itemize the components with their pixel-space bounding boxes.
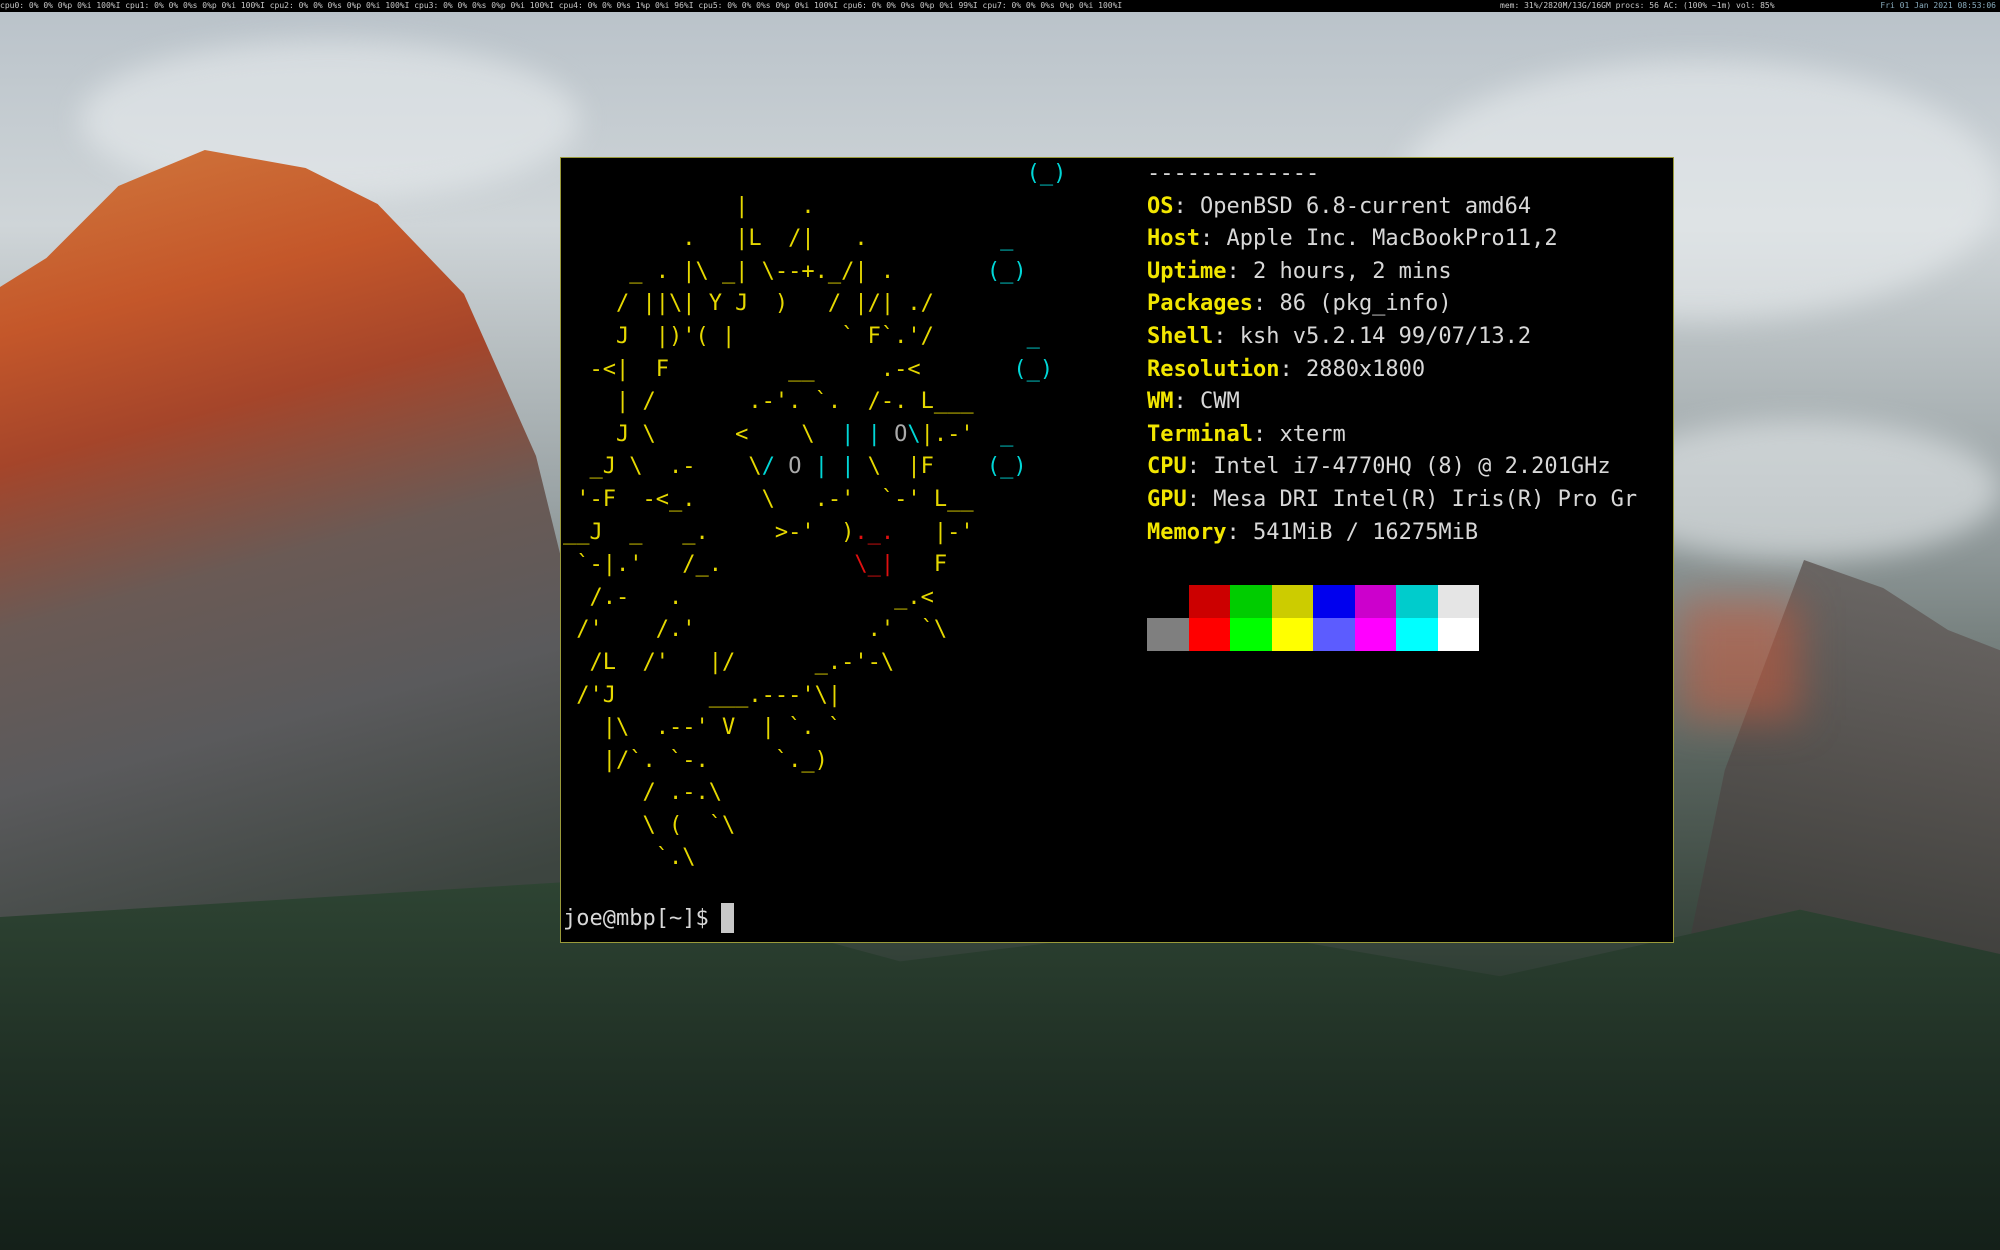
info-key: GPU [1147, 486, 1187, 512]
info-key: OS [1147, 193, 1174, 219]
color-swatch [1271, 618, 1313, 651]
color-swatch [1437, 585, 1479, 618]
cpu-stats: cpu0: 0% 0% 0%p 0%i 100%I cpu1: 0% 0% 0%… [0, 1, 1123, 10]
color-swatch [1313, 618, 1355, 651]
info-value: 86 (pkg_info) [1279, 291, 1452, 317]
color-swatch [1313, 585, 1355, 618]
info-key: Terminal [1147, 421, 1253, 447]
openbsd-puffer-ascii-art: (_) | . . |L /| . _ _ . |\ _| \--+._/| .… [563, 161, 1067, 871]
color-swatch [1354, 585, 1396, 618]
palette-row-bright [1147, 618, 1479, 651]
color-swatch [1188, 585, 1230, 618]
color-swatch [1230, 585, 1272, 618]
info-value: Intel i7-4770HQ (8) @ 2.201GHz [1213, 454, 1611, 480]
color-swatch [1396, 585, 1438, 618]
color-swatch [1188, 618, 1230, 651]
info-value: 2880x1800 [1305, 356, 1426, 382]
wallpaper-glow [1680, 600, 1800, 720]
info-key: Host [1147, 226, 1200, 252]
text-cursor [720, 903, 734, 933]
color-swatch [1147, 585, 1189, 618]
clock[interactable]: Fri 01 Jan 2021 08:53:06 [1880, 0, 1996, 12]
color-swatch [1437, 618, 1479, 651]
info-key: Memory [1147, 519, 1227, 545]
info-value: CWM [1200, 389, 1240, 415]
info-value: 541MiB / 16275MiB [1252, 519, 1479, 545]
info-key: Shell [1147, 323, 1214, 349]
info-value: ksh v5.2.14 99/07/13.2 [1239, 323, 1532, 349]
info-key: WM [1147, 389, 1174, 415]
info-value: Mesa DRI Intel(R) Iris(R) Pro Gr [1213, 486, 1638, 512]
color-swatch [1230, 618, 1272, 651]
info-value: xterm [1279, 421, 1346, 447]
color-swatch [1271, 585, 1313, 618]
system-info: ------------- OS: OpenBSD 6.8-current am… [1147, 161, 1638, 545]
info-key: Uptime [1147, 258, 1227, 284]
xterm-window[interactable]: (_) | . . |L /| . _ _ . |\ _| \--+._/| .… [560, 157, 1674, 943]
palette-row-normal [1147, 585, 1479, 618]
color-palette [1147, 585, 1479, 651]
info-key: Resolution [1147, 356, 1280, 382]
desktop: cpu0: 0% 0% 0%p 0%i 100%I cpu1: 0% 0% 0%… [0, 0, 2000, 1250]
color-swatch [1396, 618, 1438, 651]
shell-prompt[interactable]: joe@mbp[~]$ [563, 903, 734, 935]
color-swatch [1147, 618, 1189, 651]
info-separator: ------------- [1147, 161, 1320, 186]
info-value: Apple Inc. MacBookPro11,2 [1226, 226, 1558, 252]
system-stats: mem: 31%/2820M/13G/16GM procs: 56 AC: (1… [1500, 1, 1775, 10]
info-value: OpenBSD 6.8-current amd64 [1200, 193, 1532, 219]
color-swatch [1354, 618, 1396, 651]
info-value: 2 hours, 2 mins [1252, 258, 1452, 284]
status-bar: cpu0: 0% 0% 0%p 0%i 100%I cpu1: 0% 0% 0%… [0, 0, 2000, 12]
info-key: Packages [1147, 291, 1253, 317]
info-key: CPU [1147, 454, 1187, 480]
prompt-text: joe@mbp[~]$ [563, 906, 709, 931]
